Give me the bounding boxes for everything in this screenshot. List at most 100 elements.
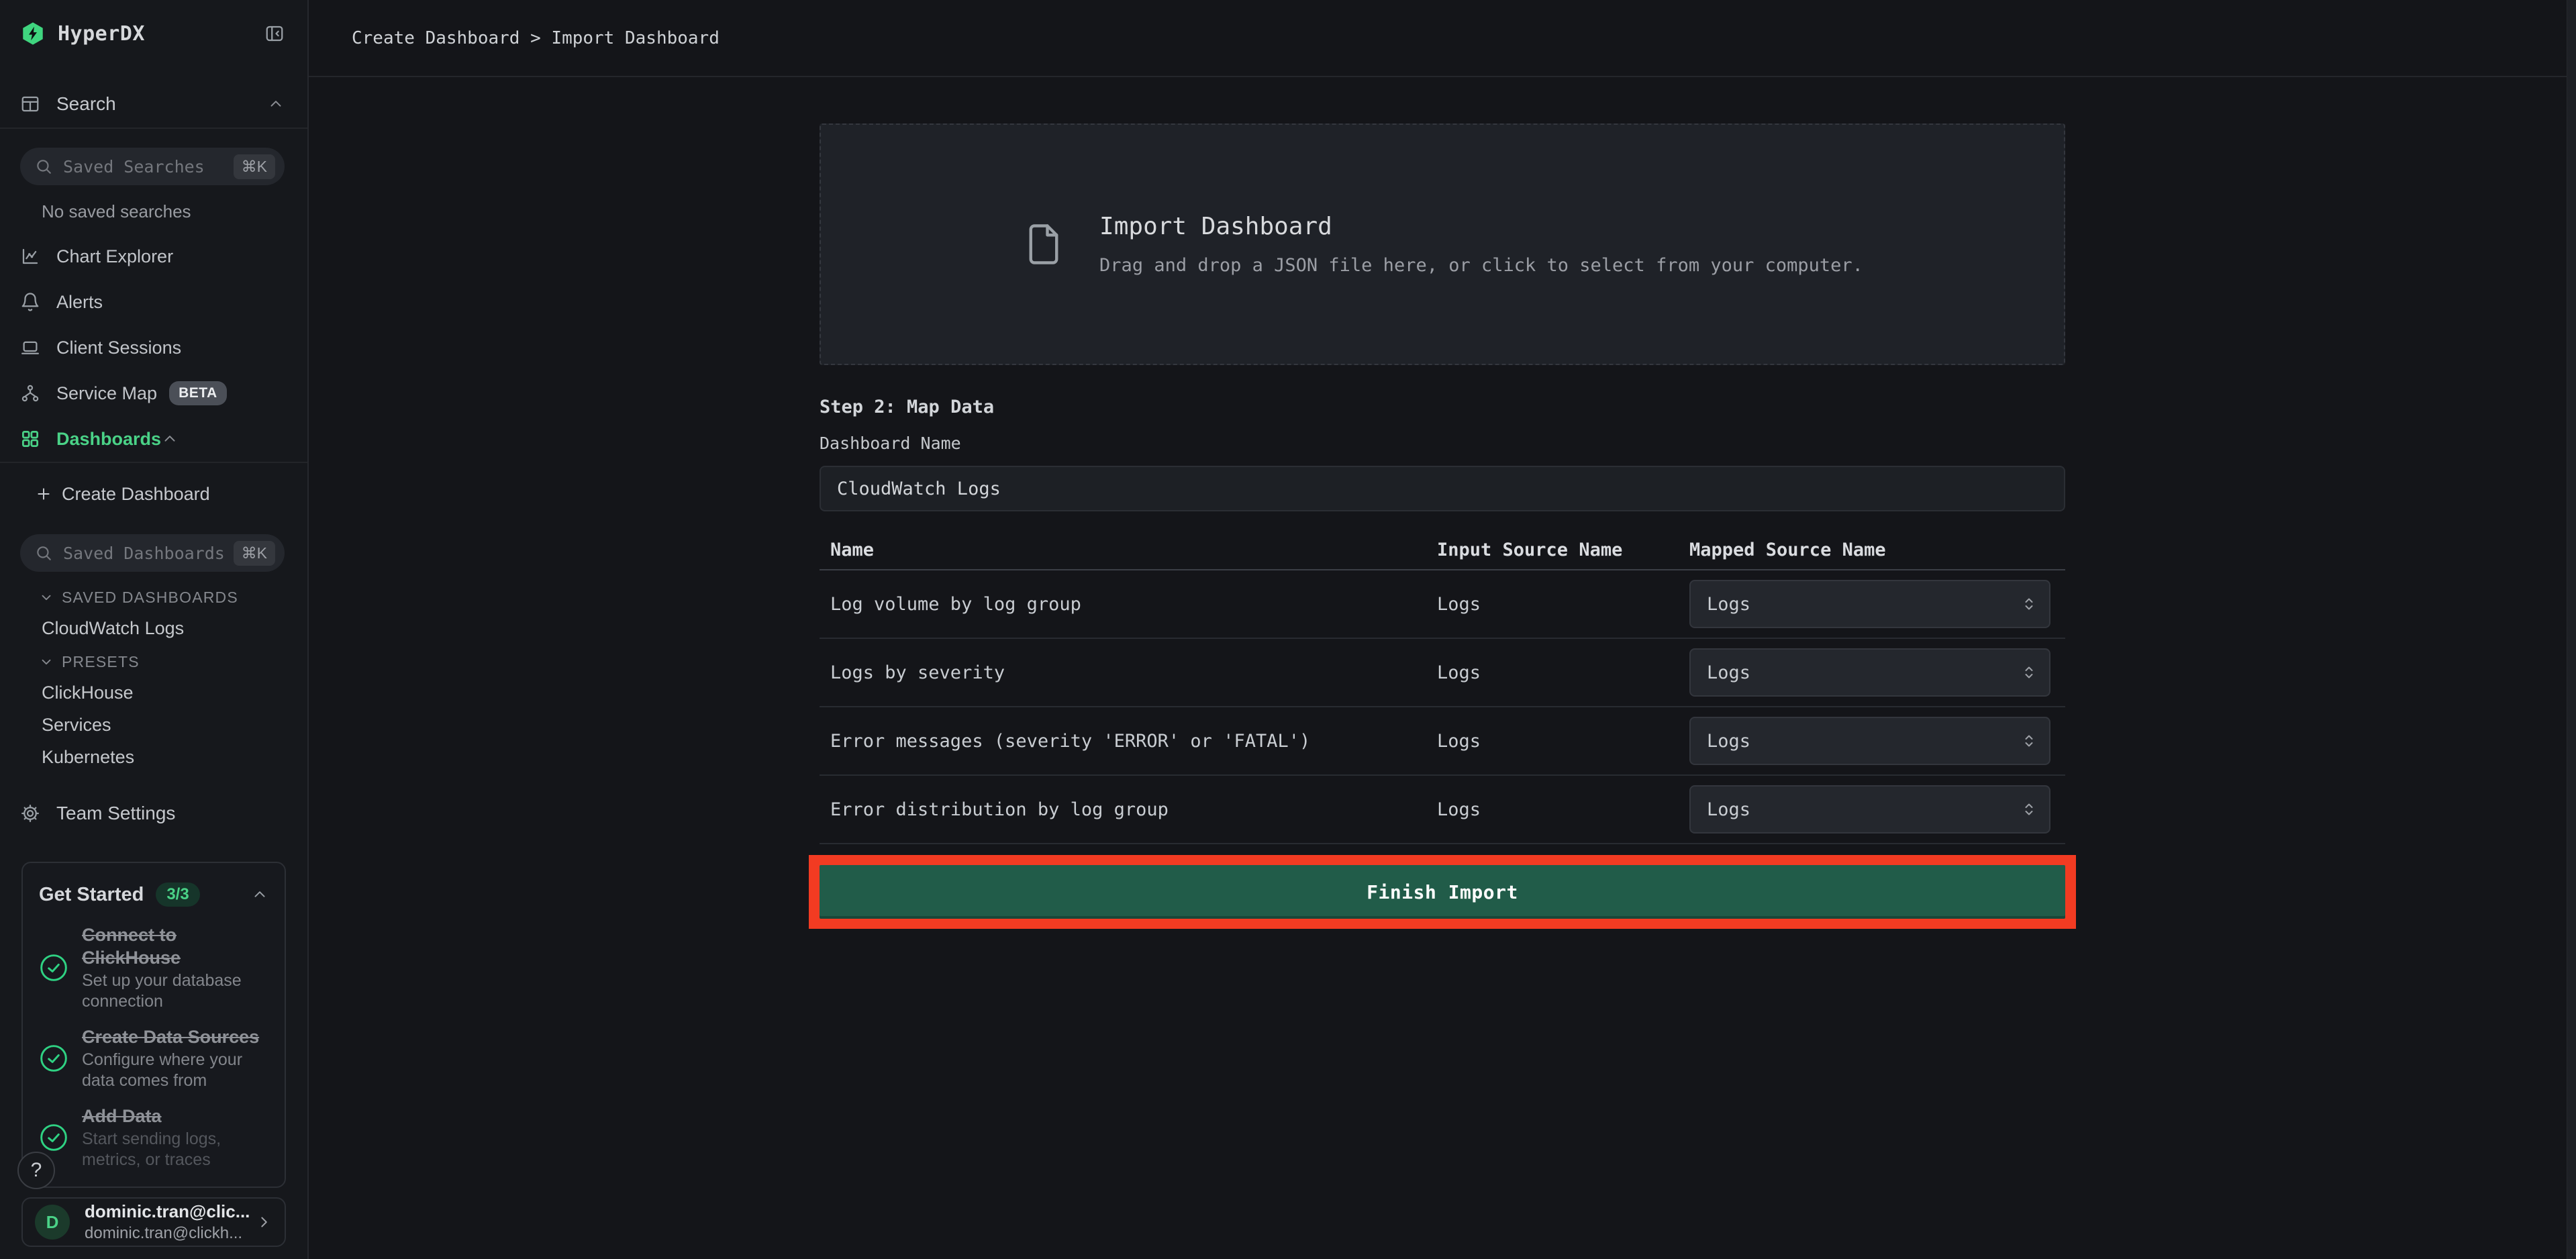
sidebar-item-dashboards[interactable]: Dashboards — [0, 416, 307, 462]
divider — [0, 128, 307, 129]
chart-explorer-icon — [20, 246, 40, 266]
select-chevrons-icon — [2021, 801, 2037, 817]
search-icon — [35, 158, 52, 175]
app-root: HyperDX Search ⌘K No saved searches — [0, 0, 2576, 1259]
topbar: Create Dashboard > Import Dashboard — [309, 0, 2576, 77]
check-circle-icon — [39, 953, 68, 983]
sidebar-section-search[interactable]: Search — [0, 81, 307, 128]
select-chevrons-icon — [2021, 596, 2037, 612]
create-dashboard-label: Create Dashboard — [62, 484, 210, 505]
action-highlight-annotation: Finish Import — [809, 855, 2076, 929]
laptop-icon — [20, 338, 40, 358]
table-row: Error distribution by log group Logs Log… — [820, 776, 2065, 844]
collapse-sidebar-icon[interactable] — [264, 23, 285, 44]
group-presets[interactable]: PRESETS — [0, 647, 307, 676]
group-saved-dashboards[interactable]: SAVED DASHBOARDS — [0, 583, 307, 612]
selected-value: Logs — [1707, 731, 2021, 752]
get-started-card: Get Started 3/3 Connect to ClickHouse Se… — [21, 862, 286, 1188]
dashboard-name-label: Dashboard Name — [820, 434, 2065, 454]
input-source: Logs — [1437, 594, 1689, 615]
plus-icon — [35, 485, 52, 503]
dashboard-item-services[interactable]: Services — [0, 709, 307, 741]
sidebar-item-client-sessions[interactable]: Client Sessions — [0, 325, 307, 370]
no-saved-searches-text: No saved searches — [0, 201, 307, 221]
chevron-down-icon — [39, 590, 54, 605]
chevron-up-icon — [267, 95, 285, 113]
check-circle-icon — [39, 1123, 68, 1152]
main-area: Create Dashboard > Import Dashboard Impo… — [309, 0, 2576, 1259]
help-button[interactable]: ? — [17, 1152, 55, 1189]
task-create-data-sources[interactable]: Create Data Sources Configure where your… — [39, 1025, 268, 1091]
help-glyph: ? — [31, 1159, 42, 1182]
mapped-source-select[interactable]: Logs — [1689, 648, 2050, 697]
column-header-name: Name — [820, 540, 1437, 560]
input-source: Logs — [1437, 662, 1689, 683]
team-settings-label: Team Settings — [56, 803, 175, 824]
import-panel: Import Dashboard Drag and drop a JSON fi… — [820, 123, 2065, 929]
chevron-up-icon — [161, 430, 179, 448]
dashboard-item-cloudwatch-logs[interactable]: CloudWatch Logs — [0, 612, 307, 644]
gear-icon — [20, 803, 40, 823]
mapped-source-select[interactable]: Logs — [1689, 580, 2050, 628]
table-row: Log volume by log group Logs Logs — [820, 570, 2065, 639]
dashboard-name-input[interactable] — [820, 466, 2065, 511]
task-subtitle: Configure where your data comes from — [82, 1050, 268, 1091]
chart-name: Log volume by log group — [820, 594, 1437, 615]
saved-searches-search[interactable]: ⌘K — [20, 148, 285, 185]
app-title: HyperDX — [58, 22, 145, 46]
task-add-data[interactable]: Add Data Start sending logs, metrics, or… — [39, 1105, 268, 1170]
sidebar: HyperDX Search ⌘K No saved searches — [0, 0, 309, 1259]
nav-label: Dashboards — [56, 429, 161, 450]
task-title: Connect to ClickHouse — [82, 923, 268, 969]
table-header-row: Name Input Source Name Mapped Source Nam… — [820, 530, 2065, 570]
task-title: Create Data Sources — [82, 1025, 268, 1048]
sidebar-item-chart-explorer[interactable]: Chart Explorer — [0, 234, 307, 279]
user-menu[interactable]: D dominic.tran@clic... dominic.tran@clic… — [21, 1197, 286, 1247]
chevron-up-icon — [251, 886, 268, 903]
saved-dashboards-search[interactable]: ⌘K — [20, 534, 285, 572]
mapped-source-select[interactable]: Logs — [1689, 785, 2050, 834]
saved-dashboards-input[interactable] — [63, 544, 234, 563]
service-map-icon — [20, 383, 40, 403]
shortcut-badge: ⌘K — [234, 154, 275, 179]
selected-value: Logs — [1707, 799, 2021, 820]
step-label: Step 2: Map Data — [820, 397, 2065, 417]
mapped-source-select[interactable]: Logs — [1689, 717, 2050, 765]
nav-label: Alerts — [56, 292, 103, 313]
chart-name: Logs by severity — [820, 662, 1437, 683]
create-dashboard-button[interactable]: Create Dashboard — [0, 472, 307, 515]
get-started-title: Get Started — [39, 884, 144, 906]
nav-label: Service Map — [56, 383, 157, 404]
column-header-input-source: Input Source Name — [1437, 540, 1689, 560]
dashboard-item-kubernetes[interactable]: Kubernetes — [0, 741, 307, 773]
chart-name: Error messages (severity 'ERROR' or 'FAT… — [820, 731, 1437, 752]
mapping-table: Name Input Source Name Mapped Source Nam… — [820, 530, 2065, 844]
task-connect-clickhouse[interactable]: Connect to ClickHouse Set up your databa… — [39, 923, 268, 1012]
task-subtitle: Set up your database connection — [82, 970, 268, 1012]
select-chevrons-icon — [2021, 733, 2037, 749]
get-started-progress-badge: 3/3 — [156, 883, 199, 907]
dropzone-subtitle: Drag and drop a JSON file here, or click… — [1099, 255, 1863, 276]
get-started-header[interactable]: Get Started 3/3 — [39, 879, 268, 910]
sidebar-item-alerts[interactable]: Alerts — [0, 279, 307, 325]
sidebar-nav: Chart Explorer Alerts Client Sessions Se… — [0, 234, 307, 462]
table-row: Error messages (severity 'ERROR' or 'FAT… — [820, 707, 2065, 776]
sidebar-item-team-settings[interactable]: Team Settings — [0, 792, 307, 835]
sidebar-item-service-map[interactable]: Service Map BETA — [0, 370, 307, 416]
selected-value: Logs — [1707, 594, 2021, 615]
chart-name: Error distribution by log group — [820, 799, 1437, 820]
select-chevrons-icon — [2021, 664, 2037, 681]
table-row: Logs by severity Logs Logs — [820, 639, 2065, 707]
chevron-down-icon — [39, 654, 54, 669]
input-source: Logs — [1437, 799, 1689, 820]
column-header-mapped-source: Mapped Source Name — [1689, 540, 2065, 560]
finish-import-button[interactable]: Finish Import — [820, 865, 2065, 919]
dashboard-item-clickhouse[interactable]: ClickHouse — [0, 676, 307, 709]
logo-row: HyperDX — [0, 0, 307, 67]
saved-searches-input[interactable] — [63, 157, 234, 177]
task-subtitle: Start sending logs, metrics, or traces — [82, 1129, 268, 1170]
scrollbar[interactable] — [2567, 0, 2576, 1259]
task-title: Add Data — [82, 1105, 268, 1127]
shortcut-badge: ⌘K — [234, 541, 275, 566]
json-dropzone[interactable]: Import Dashboard Drag and drop a JSON fi… — [820, 123, 2065, 365]
